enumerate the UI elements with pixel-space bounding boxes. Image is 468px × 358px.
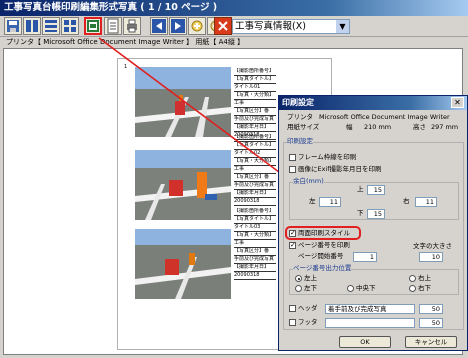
footer-text-input[interactable] — [325, 318, 415, 328]
pos-top-left-radio[interactable] — [295, 275, 302, 282]
pos-top-right-label: 右上 — [418, 274, 431, 282]
margin-bottom-input[interactable]: 15 — [367, 209, 385, 219]
page-position-label: ページ番号出力位置 — [293, 264, 352, 273]
width-label: 幅 — [346, 123, 353, 131]
pos-bottom-center-label: 中央下 — [356, 284, 376, 292]
margin-label: 余白(mm) — [293, 177, 324, 186]
pos-bottom-left-radio[interactable] — [295, 285, 302, 292]
cancel-button[interactable]: キャンセル — [405, 336, 457, 348]
header-size-input[interactable]: 50 — [419, 304, 443, 314]
page-start-label: ページ開始番号 — [298, 252, 344, 260]
exif-date-label: 画像にExif撮影年月日を印刷 — [298, 165, 382, 173]
pos-top-right-radio[interactable] — [409, 275, 416, 282]
font-size-label: 文字の大きさ — [413, 242, 452, 250]
footer-label: フッタ — [298, 318, 318, 326]
header-checkbox[interactable] — [289, 305, 296, 312]
header-label: ヘッダ — [298, 304, 318, 312]
bottom-label: 下 — [357, 209, 364, 217]
width-value: 210 mm — [364, 123, 392, 131]
exif-date-checkbox[interactable] — [289, 166, 296, 173]
margin-top-input[interactable]: 15 — [367, 185, 385, 195]
right-label: 右 — [403, 197, 410, 205]
pos-bottom-right-radio[interactable] — [409, 285, 416, 292]
pos-bottom-center-radio[interactable] — [347, 285, 354, 292]
page-number-label: ページ番号を印刷 — [298, 241, 350, 249]
frame-border-label: フレーム枠線を印刷 — [298, 153, 357, 161]
duplex-style-label: 両面印刷スタイル — [298, 229, 350, 237]
ok-button[interactable]: OK — [339, 336, 391, 348]
height-value: 297 mm — [431, 123, 459, 131]
paper-size-label: 用紙サイズ — [287, 123, 320, 131]
footer-checkbox[interactable] — [289, 319, 296, 326]
duplex-style-checkbox[interactable]: ✓ — [289, 230, 296, 237]
print-settings-label: 印刷設定 — [287, 137, 313, 146]
printer-label: プリンタ — [287, 113, 313, 121]
top-label: 上 — [357, 185, 364, 193]
page-start-input[interactable]: 1 — [353, 252, 377, 262]
margin-left-input[interactable]: 11 — [319, 197, 341, 207]
frame-border-checkbox[interactable] — [289, 154, 296, 161]
left-label: 左 — [309, 197, 316, 205]
height-label: 高さ — [413, 123, 426, 131]
pos-top-left-label: 左上 — [304, 274, 317, 282]
printer-name: Microsoft Office Document Image Writer — [319, 113, 450, 121]
header-text-input[interactable]: 着手前及び完成写真 — [325, 304, 415, 314]
font-size-input[interactable]: 10 — [419, 252, 443, 262]
page-number-checkbox[interactable]: ✓ — [289, 242, 296, 249]
dialog-title: 印刷設定 — [279, 96, 467, 110]
margin-right-input[interactable]: 11 — [415, 197, 437, 207]
print-settings-dialog: 印刷設定 ✕ プリンタ Microsoft Office Document Im… — [278, 95, 468, 351]
pos-bottom-left-label: 左下 — [304, 284, 317, 292]
footer-size-input[interactable]: 50 — [419, 318, 443, 328]
pos-bottom-right-label: 右下 — [418, 284, 431, 292]
close-icon[interactable]: ✕ — [451, 97, 464, 108]
